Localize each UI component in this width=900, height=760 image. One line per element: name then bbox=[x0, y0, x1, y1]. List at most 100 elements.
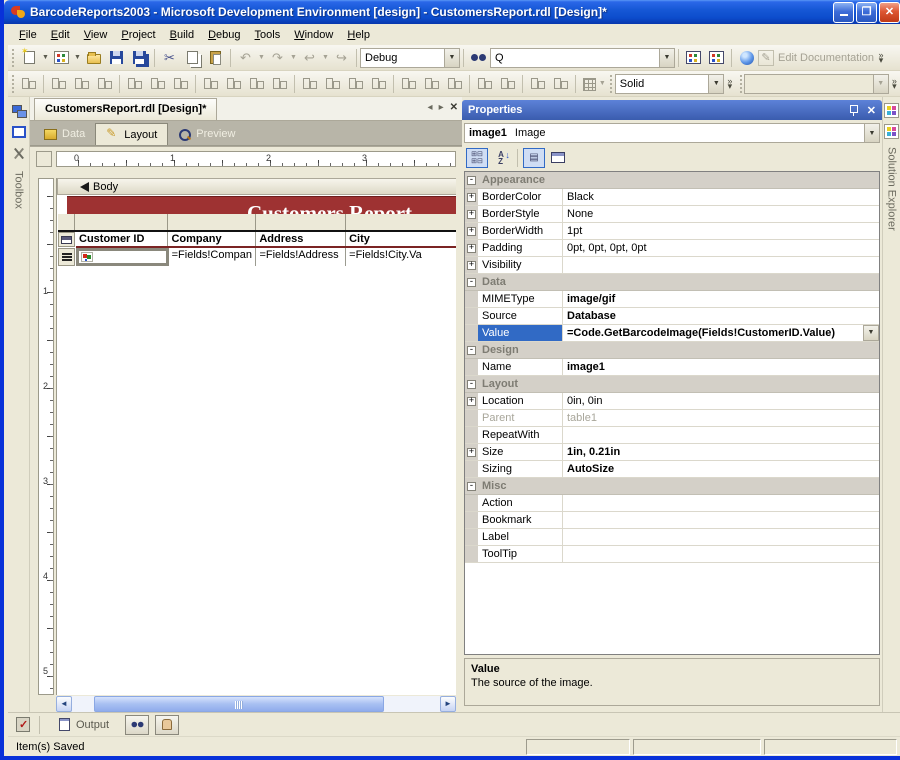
detail-cell[interactable]: =Fields!City.Va bbox=[346, 248, 456, 266]
report-edit-icon[interactable] bbox=[705, 47, 728, 69]
property-value[interactable]: Value=Code.GetBarcodeImage(Fields!Custom… bbox=[465, 325, 879, 342]
header-cell-city[interactable]: City bbox=[346, 232, 456, 246]
properties-view-button[interactable]: ▤ bbox=[523, 148, 545, 168]
table-detail-row[interactable]: =Fields!Compan=Fields!Address=Fields!Cit… bbox=[76, 248, 456, 266]
toolbar-grip[interactable] bbox=[608, 75, 613, 93]
category-design[interactable]: -Design bbox=[465, 342, 879, 359]
property-location[interactable]: +Location0in, 0in bbox=[465, 393, 879, 410]
close-button[interactable]: ✕ bbox=[879, 2, 900, 23]
property-value[interactable]: 1pt bbox=[563, 223, 879, 239]
property-pages-button[interactable] bbox=[547, 148, 569, 168]
command-combo[interactable]: Q ▼ bbox=[490, 48, 675, 68]
scrollbar-thumb[interactable] bbox=[94, 696, 384, 712]
spacer-cell[interactable] bbox=[256, 214, 346, 230]
output-tab[interactable]: Output bbox=[49, 714, 119, 736]
new-project-icon[interactable] bbox=[18, 47, 41, 69]
expand-box[interactable]: + bbox=[465, 223, 478, 239]
menu-edit[interactable]: Edit bbox=[44, 26, 77, 44]
scroll-left-arrow[interactable]: ◄ bbox=[56, 696, 72, 712]
restore-button[interactable]: ❐ bbox=[856, 2, 877, 23]
detail-cell[interactable]: =Fields!Address bbox=[256, 248, 346, 266]
property-visibility[interactable]: +Visibility bbox=[465, 257, 879, 274]
property-bookmark[interactable]: Bookmark bbox=[465, 512, 879, 529]
menu-view[interactable]: View bbox=[77, 26, 115, 44]
expand-box[interactable]: + bbox=[465, 189, 478, 205]
property-label[interactable]: Label bbox=[465, 529, 879, 546]
expand-box[interactable]: + bbox=[465, 206, 478, 222]
property-action[interactable]: Action bbox=[465, 495, 879, 512]
property-borderstyle[interactable]: +BorderStyleNone bbox=[465, 206, 879, 223]
header-row-handle[interactable] bbox=[58, 232, 75, 247]
horizontal-scrollbar[interactable]: ◄ ► bbox=[56, 696, 456, 712]
web-browse-icon[interactable] bbox=[735, 47, 758, 69]
property-sizing[interactable]: SizingAutoSize bbox=[465, 461, 879, 478]
solution-explorer-tab[interactable]: Solution Explorer bbox=[886, 147, 898, 231]
header-cell-address[interactable]: Address bbox=[256, 232, 346, 246]
category-misc[interactable]: -Misc bbox=[465, 478, 879, 495]
menu-help[interactable]: Help bbox=[340, 26, 377, 44]
save-icon[interactable] bbox=[105, 47, 128, 69]
property-value[interactable] bbox=[563, 495, 879, 511]
category-appearance[interactable]: -Appearance bbox=[465, 172, 879, 189]
expand-box[interactable]: + bbox=[465, 257, 478, 273]
close-document-icon[interactable]: ✕ bbox=[450, 102, 458, 113]
scrollbar-track[interactable] bbox=[72, 696, 440, 712]
toolbox-icon[interactable] bbox=[10, 145, 28, 163]
header-cell-customer-id[interactable]: Customer ID bbox=[76, 232, 168, 246]
category-layout[interactable]: -Layout bbox=[465, 376, 879, 393]
auto-hide-pin-icon[interactable] bbox=[847, 103, 859, 117]
command-combo-dropdown[interactable]: ▼ bbox=[659, 49, 674, 67]
border-style-dropdown[interactable]: ▼ bbox=[708, 75, 723, 93]
add-item-dropdown[interactable]: ▼ bbox=[73, 47, 82, 69]
report-title-textbox[interactable]: Customers Report bbox=[67, 196, 456, 214]
property-value[interactable]: =Code.GetBarcodeImage(Fields!CustomerID.… bbox=[563, 325, 879, 341]
tab-data[interactable]: Data bbox=[34, 123, 95, 145]
property-value[interactable]: None bbox=[563, 206, 879, 222]
border-style-combo[interactable]: Solid ▼ bbox=[615, 74, 725, 94]
collapse-box[interactable]: - bbox=[465, 172, 478, 188]
object-selector-combo[interactable]: image1Image ▼ bbox=[464, 123, 880, 143]
document-outline-icon[interactable] bbox=[10, 123, 28, 141]
property-value[interactable]: table1 bbox=[563, 410, 879, 426]
property-borderwidth[interactable]: +BorderWidth1pt bbox=[465, 223, 879, 240]
scroll-right-arrow[interactable]: ► bbox=[440, 696, 456, 712]
menu-debug[interactable]: Debug bbox=[201, 26, 247, 44]
collapse-box[interactable]: - bbox=[465, 478, 478, 494]
toolbar-overflow-chevron[interactable]: »▾ bbox=[874, 47, 888, 69]
property-value[interactable]: Database bbox=[563, 308, 879, 324]
expand-box[interactable]: + bbox=[465, 444, 478, 460]
copy-icon[interactable] bbox=[181, 47, 204, 69]
scroll-tabs-left-icon[interactable]: ◂ bbox=[428, 102, 433, 113]
property-value[interactable] bbox=[563, 427, 879, 443]
property-tooltip[interactable]: ToolTip bbox=[465, 546, 879, 563]
property-value[interactable] bbox=[563, 257, 879, 273]
spacer-cell[interactable] bbox=[168, 214, 256, 230]
collapse-box[interactable]: - bbox=[465, 274, 478, 290]
property-padding[interactable]: +Padding0pt, 0pt, 0pt, 0pt bbox=[465, 240, 879, 257]
scroll-tabs-right-icon[interactable]: ▸ bbox=[439, 102, 444, 113]
index-results-button[interactable] bbox=[155, 715, 179, 735]
property-bordercolor[interactable]: +BorderColorBlack bbox=[465, 189, 879, 206]
close-properties-icon[interactable]: ✕ bbox=[867, 104, 876, 117]
menu-file[interactable]: File bbox=[12, 26, 44, 44]
report-chart-icon[interactable] bbox=[682, 47, 705, 69]
toolbar-grip[interactable] bbox=[738, 75, 743, 93]
property-value[interactable]: AutoSize bbox=[563, 461, 879, 477]
solution-config-dropdown[interactable]: ▼ bbox=[444, 49, 459, 67]
property-value[interactable]: image/gif bbox=[563, 291, 879, 307]
property-source[interactable]: SourceDatabase bbox=[465, 308, 879, 325]
expand-box[interactable]: + bbox=[465, 393, 478, 409]
collapse-box[interactable]: - bbox=[465, 342, 478, 358]
find-symbol-results-button[interactable] bbox=[125, 715, 149, 735]
detail-cell[interactable]: =Fields!Compan bbox=[169, 248, 257, 266]
task-list-icon[interactable] bbox=[16, 717, 30, 732]
minimize-button[interactable] bbox=[833, 2, 854, 23]
menu-tools[interactable]: Tools bbox=[248, 26, 288, 44]
toolbar-overflow-chevron[interactable]: »▾ bbox=[724, 73, 735, 95]
report-canvas[interactable]: Body Customers Report Customer IDCompany… bbox=[56, 178, 456, 695]
property-value[interactable] bbox=[563, 546, 879, 562]
save-all-icon[interactable] bbox=[128, 47, 151, 69]
open-file-icon[interactable] bbox=[82, 47, 105, 69]
tab-preview[interactable]: Preview bbox=[168, 123, 245, 145]
menu-window[interactable]: Window bbox=[287, 26, 340, 44]
